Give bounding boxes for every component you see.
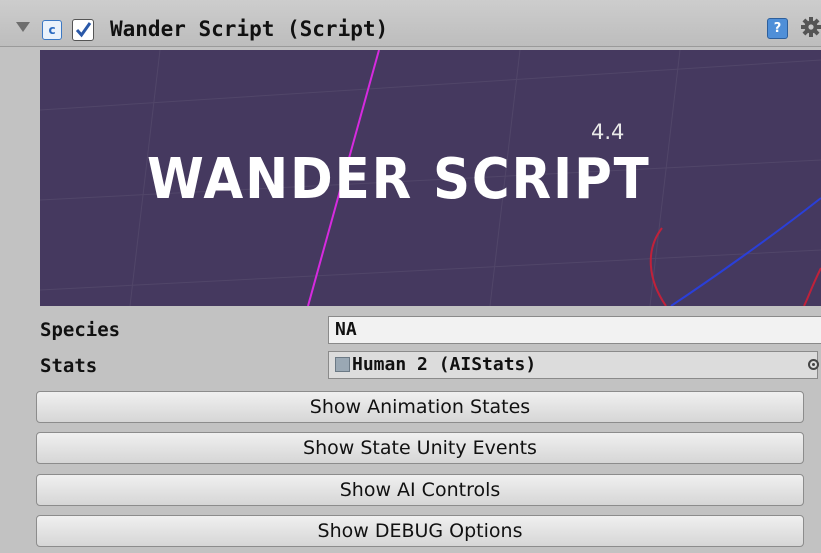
blue-curve <box>670 197 821 306</box>
checkmark-icon <box>75 22 92 38</box>
stats-object-field[interactable]: Human 2 (AIStats) <box>328 351 818 379</box>
species-field[interactable]: NA <box>328 316 821 344</box>
show-debug-options-button[interactable]: Show DEBUG Options <box>36 515 804 547</box>
wander-script-banner: WANDER SCRIPT 4.4 <box>40 50 821 306</box>
show-ai-controls-button[interactable]: Show AI Controls <box>36 474 804 506</box>
stats-label: Stats <box>40 355 98 377</box>
species-label: Species <box>40 319 121 341</box>
object-picker-icon[interactable] <box>808 359 819 370</box>
show-state-unity-events-button[interactable]: Show State Unity Events <box>36 432 804 464</box>
banner-title: WANDER SCRIPT <box>147 147 651 212</box>
stats-value: Human 2 (AIStats) <box>352 354 537 375</box>
csharp-script-icon: c <box>42 20 62 40</box>
help-icon[interactable]: ? <box>767 18 788 39</box>
gear-icon[interactable] <box>800 16 821 38</box>
foldout-arrow-icon[interactable] <box>16 22 30 32</box>
component-title: Wander Script (Script) <box>110 17 389 41</box>
asset-icon <box>335 357 350 372</box>
red-arc <box>649 227 667 306</box>
enable-checkbox[interactable] <box>72 19 94 41</box>
component-header: c Wander Script (Script) ? <box>0 0 821 47</box>
show-animation-states-button[interactable]: Show Animation States <box>36 391 804 423</box>
banner-version: 4.4 <box>591 120 625 144</box>
